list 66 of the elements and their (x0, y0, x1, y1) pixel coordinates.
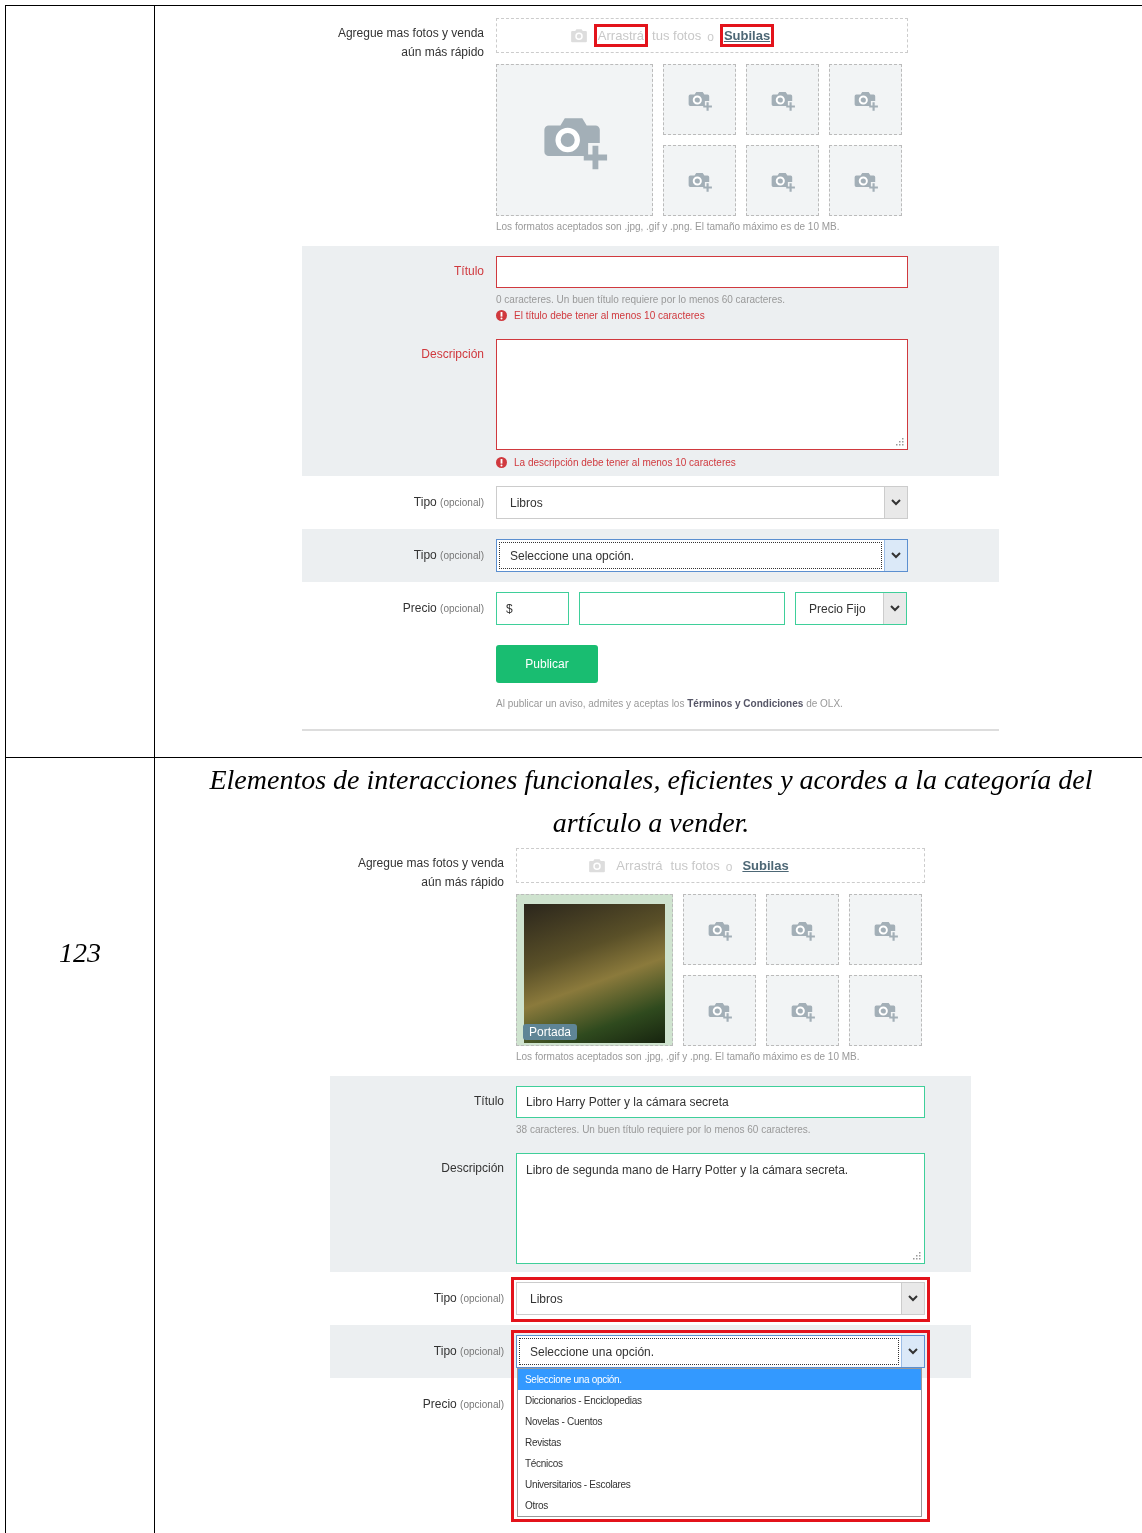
title-field[interactable] (496, 256, 908, 288)
currency-field[interactable]: $ (496, 592, 569, 625)
format-hint: Los formatos aceptados son .jpg, .gif y .png. El tamaño máximo es de 10 MB. (496, 220, 841, 233)
dropdown-option[interactable]: Otros (518, 1495, 921, 1516)
field-label: Precio (opcional) (422, 1397, 504, 1411)
select-field[interactable]: Seleccione una opción. (516, 1335, 925, 1368)
camera-icon (569, 28, 588, 43)
dropdown-option[interactable]: Novelas - Cuentos (518, 1411, 921, 1432)
field-label: Agregue mas fotos y venda aún más rápido (336, 25, 484, 61)
row-number: 123 (59, 937, 101, 969)
price-type-select[interactable]: Precio Fijo (795, 592, 907, 625)
select-field[interactable]: Libros (516, 1282, 925, 1315)
title-field[interactable]: Libro Harry Potter y la cámara secreta (516, 1086, 925, 1118)
photo-slot[interactable] (683, 975, 756, 1046)
description-field[interactable]: Libro de segunda mano de Harry Potter y la cámara secreta. (516, 1153, 925, 1264)
error-message: La descripción debe tener al menos 10 caracteres (514, 457, 736, 468)
photo-slot[interactable] (663, 64, 736, 135)
field-label: Tipo (opcional) (433, 1344, 504, 1358)
upload-link[interactable]: Subilas (723, 28, 771, 43)
dropdown-option[interactable]: Técnicos (518, 1453, 921, 1474)
photo-slot[interactable] (746, 64, 819, 135)
photo-slot[interactable] (829, 145, 902, 216)
character-counter: 0 caracteres. Un buen título requiere por lo menos 60 caracteres. (496, 294, 787, 305)
amount-field[interactable] (579, 592, 785, 625)
photo-slot[interactable]: Portada (516, 894, 673, 1046)
photo-slot[interactable] (496, 64, 653, 216)
resize-grip-icon (896, 438, 904, 446)
field-label: Título (474, 1094, 504, 1108)
photo-slot[interactable] (849, 894, 922, 965)
dropdown-option[interactable]: Diccionarios - Enciclopedias (518, 1390, 921, 1411)
select-field[interactable]: Seleccione una opción. (496, 539, 908, 572)
chevron-down-icon (891, 552, 901, 559)
field-label: Agregue mas fotos y venda aún más rápido (356, 855, 504, 891)
format-hint: Los formatos aceptados son .jpg, .gif y .png. El tamaño máximo es de 10 MB. (516, 1050, 861, 1063)
photo-slot[interactable] (829, 64, 902, 135)
terms-text: Al publicar un aviso, admites y aceptas los Términos y Condiciones de OLX. (496, 698, 844, 709)
dropdown-option[interactable]: Universitarios - Escolares (518, 1474, 921, 1495)
upload-link[interactable]: Subilas (742, 858, 789, 873)
field-label: Descripción (441, 1161, 504, 1175)
field-label: Descripción (421, 347, 484, 361)
photo-slot[interactable] (849, 975, 922, 1046)
character-counter: 38 caracteres. Un buen título requiere por lo menos 60 caracteres. (516, 1124, 812, 1135)
photo-slot[interactable] (746, 145, 819, 216)
chevron-down-icon (908, 1348, 918, 1355)
description-field[interactable] (496, 339, 908, 450)
chevron-down-icon (890, 605, 900, 612)
select-field[interactable]: Libros (496, 486, 908, 519)
error-icon (496, 310, 507, 321)
photo-slot[interactable] (683, 894, 756, 965)
error-message: El título debe tener al menos 10 caracteres (514, 310, 705, 321)
field-label: Tipo (opcional) (413, 495, 484, 509)
chevron-down-icon (891, 499, 901, 506)
cover-badge: Portada (523, 1024, 578, 1040)
photo-slot[interactable] (663, 145, 736, 216)
field-label: Tipo (opcional) (433, 1291, 504, 1305)
field-label: Título (454, 264, 484, 278)
dropdown-option[interactable]: Revistas (518, 1432, 921, 1453)
figure-caption: Elementos de interacciones funcionales, eficientes y acordes a la categoría del artículo a vender. (208, 763, 1094, 840)
photo-slot[interactable] (766, 975, 839, 1046)
chevron-down-icon (908, 1295, 918, 1302)
field-label: Tipo (opcional) (413, 548, 484, 562)
resize-grip-icon (913, 1252, 921, 1260)
field-label: Precio (opcional) (402, 601, 484, 615)
photo-slot[interactable] (766, 894, 839, 965)
error-icon (496, 457, 507, 468)
camera-icon (588, 858, 607, 873)
